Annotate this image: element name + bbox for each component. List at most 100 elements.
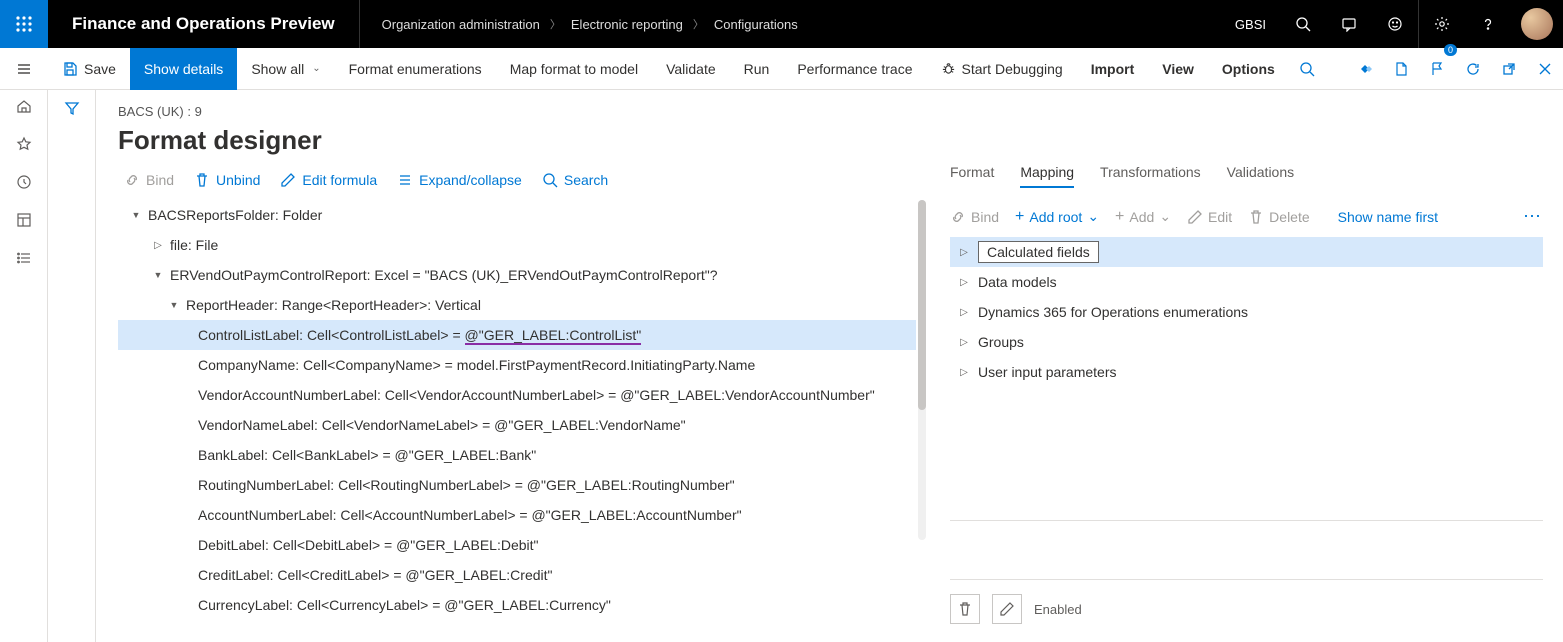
breadcrumb-item[interactable]: Configurations <box>714 17 798 32</box>
start-debugging-button[interactable]: Start Debugging <box>927 48 1077 90</box>
show-details-button[interactable]: Show details <box>130 48 237 90</box>
filter-icon <box>64 100 80 116</box>
unbind-button[interactable]: Unbind <box>194 172 260 188</box>
mapping-delete-button[interactable]: Delete <box>1248 209 1309 225</box>
import-button[interactable]: Import <box>1077 48 1149 90</box>
add-root-button[interactable]: +Add root⌄ <box>1015 208 1099 225</box>
tree-node[interactable]: ReportHeader: Range<ReportHeader>: Verti… <box>118 290 916 320</box>
gear-icon <box>1434 16 1450 32</box>
options-button[interactable]: Options <box>1208 48 1289 90</box>
datasource-node[interactable]: User input parameters <box>950 357 1543 387</box>
caret-icon[interactable] <box>950 247 978 258</box>
search-icon <box>542 172 558 188</box>
mapping-edit-button[interactable]: Edit <box>1187 209 1232 225</box>
close-icon <box>1537 61 1553 77</box>
caret-icon[interactable] <box>150 270 166 281</box>
tab-format[interactable]: Format <box>950 164 994 188</box>
caret-icon[interactable] <box>950 307 978 318</box>
nav-recent-button[interactable] <box>14 172 34 192</box>
caret-icon[interactable] <box>950 337 978 348</box>
flag-icon <box>1429 61 1445 77</box>
tree-node[interactable]: DebitLabel: Cell<DebitLabel> = @"GER_LAB… <box>118 530 916 560</box>
nav-home-button[interactable] <box>14 96 34 116</box>
tab-mapping[interactable]: Mapping <box>1020 164 1074 188</box>
map-format-button[interactable]: Map format to model <box>496 48 652 90</box>
feedback-button[interactable] <box>1372 0 1418 48</box>
delete-property-button[interactable] <box>950 594 980 624</box>
caret-icon[interactable] <box>150 240 166 251</box>
app-launcher-button[interactable] <box>0 0 48 48</box>
nav-favorites-button[interactable] <box>14 134 34 154</box>
find-button[interactable] <box>1289 48 1325 90</box>
tree-node[interactable]: CurrencyLabel: Cell<CurrencyLabel> = @"G… <box>118 590 916 620</box>
tree-node[interactable]: VendorAccountNumberLabel: Cell<VendorAcc… <box>118 380 916 410</box>
show-name-first-button[interactable]: Show name first <box>1338 209 1438 225</box>
edit-property-button[interactable] <box>992 594 1022 624</box>
more-button[interactable]: ⋯ <box>1523 206 1543 227</box>
personalize-button[interactable] <box>1347 48 1383 90</box>
mapping-pane: Format Mapping Transformations Validatio… <box>926 90 1563 642</box>
caret-icon[interactable] <box>950 277 978 288</box>
settings-button[interactable] <box>1419 0 1465 48</box>
format-tree[interactable]: BACSReportsFolder: Folder file: File ERV… <box>118 200 926 620</box>
add-button[interactable]: +Add⌄ <box>1115 208 1171 225</box>
close-button[interactable] <box>1527 48 1563 90</box>
caret-icon[interactable] <box>128 210 144 221</box>
bind-button[interactable]: Bind <box>124 172 174 188</box>
datasource-node[interactable]: Dynamics 365 for Operations enumerations <box>950 297 1543 327</box>
tree-node[interactable]: BACSReportsFolder: Folder <box>118 200 916 230</box>
company-picker[interactable]: GBSI <box>1221 17 1280 32</box>
chevron-down-icon: ⌄ <box>1087 208 1099 225</box>
save-button[interactable]: Save <box>48 48 130 90</box>
user-avatar[interactable] <box>1521 8 1553 40</box>
datasource-node[interactable]: Data models <box>950 267 1543 297</box>
right-tabs: Format Mapping Transformations Validatio… <box>950 164 1543 188</box>
breadcrumb-item[interactable]: Organization administration <box>382 17 540 32</box>
caret-icon[interactable] <box>166 300 182 311</box>
datasource-node[interactable]: Groups <box>950 327 1543 357</box>
tree-node[interactable]: BankLabel: Cell<BankLabel> = @"GER_LABEL… <box>118 440 916 470</box>
help-icon <box>1480 16 1496 32</box>
attachments-button[interactable] <box>1383 48 1419 90</box>
edit-formula-button[interactable]: Edit formula <box>280 172 377 188</box>
tree-node[interactable]: CompanyName: Cell<CompanyName> = model.F… <box>118 350 916 380</box>
filter-button[interactable] <box>64 100 80 642</box>
datasource-tree[interactable]: Calculated fields Data models Dynamics 3… <box>950 237 1543 387</box>
tree-node[interactable]: CreditLabel: Cell<CreditLabel> = @"GER_L… <box>118 560 916 590</box>
tree-node[interactable]: AccountNumberLabel: Cell<AccountNumberLa… <box>118 500 916 530</box>
expand-collapse-button[interactable]: Expand/collapse <box>397 172 522 188</box>
messages-button[interactable] <box>1326 0 1372 48</box>
tree-node[interactable]: file: File <box>118 230 916 260</box>
view-button[interactable]: View <box>1148 48 1208 90</box>
enabled-row: Enabled <box>950 586 1543 642</box>
refresh-icon <box>1465 61 1481 77</box>
refresh-button[interactable] <box>1455 48 1491 90</box>
tree-node-selected[interactable]: ControlListLabel: Cell<ControlListLabel>… <box>118 320 916 350</box>
help-button[interactable] <box>1465 0 1511 48</box>
nav-toggle-button[interactable] <box>0 48 48 90</box>
popout-button[interactable] <box>1491 48 1527 90</box>
pencil-icon <box>1187 209 1203 225</box>
tree-node[interactable]: RoutingNumberLabel: Cell<RoutingNumberLa… <box>118 470 916 500</box>
tree-search-button[interactable]: Search <box>542 172 608 188</box>
run-button[interactable]: Run <box>730 48 784 90</box>
trash-icon <box>194 172 210 188</box>
notifications-button[interactable]: 0 <box>1419 48 1455 90</box>
format-enumerations-button[interactable]: Format enumerations <box>335 48 496 90</box>
nav-workspaces-button[interactable] <box>14 210 34 230</box>
nav-modules-button[interactable] <box>14 248 34 268</box>
mapping-bind-button[interactable]: Bind <box>950 209 999 225</box>
show-all-button[interactable]: Show all ⌄ <box>237 48 334 90</box>
datasource-node-selected[interactable]: Calculated fields <box>950 237 1543 267</box>
caret-icon[interactable] <box>950 367 978 378</box>
link-icon <box>950 209 966 225</box>
performance-trace-button[interactable]: Performance trace <box>783 48 926 90</box>
tab-transformations[interactable]: Transformations <box>1100 164 1201 188</box>
breadcrumb-item[interactable]: Electronic reporting <box>571 17 683 32</box>
tab-validations[interactable]: Validations <box>1227 164 1294 188</box>
validate-button[interactable]: Validate <box>652 48 730 90</box>
search-button[interactable] <box>1280 0 1326 48</box>
tree-node[interactable]: ERVendOutPaymControlReport: Excel = "BAC… <box>118 260 916 290</box>
tree-node[interactable]: VendorNameLabel: Cell<VendorNameLabel> =… <box>118 410 916 440</box>
scrollbar-thumb[interactable] <box>918 200 926 410</box>
